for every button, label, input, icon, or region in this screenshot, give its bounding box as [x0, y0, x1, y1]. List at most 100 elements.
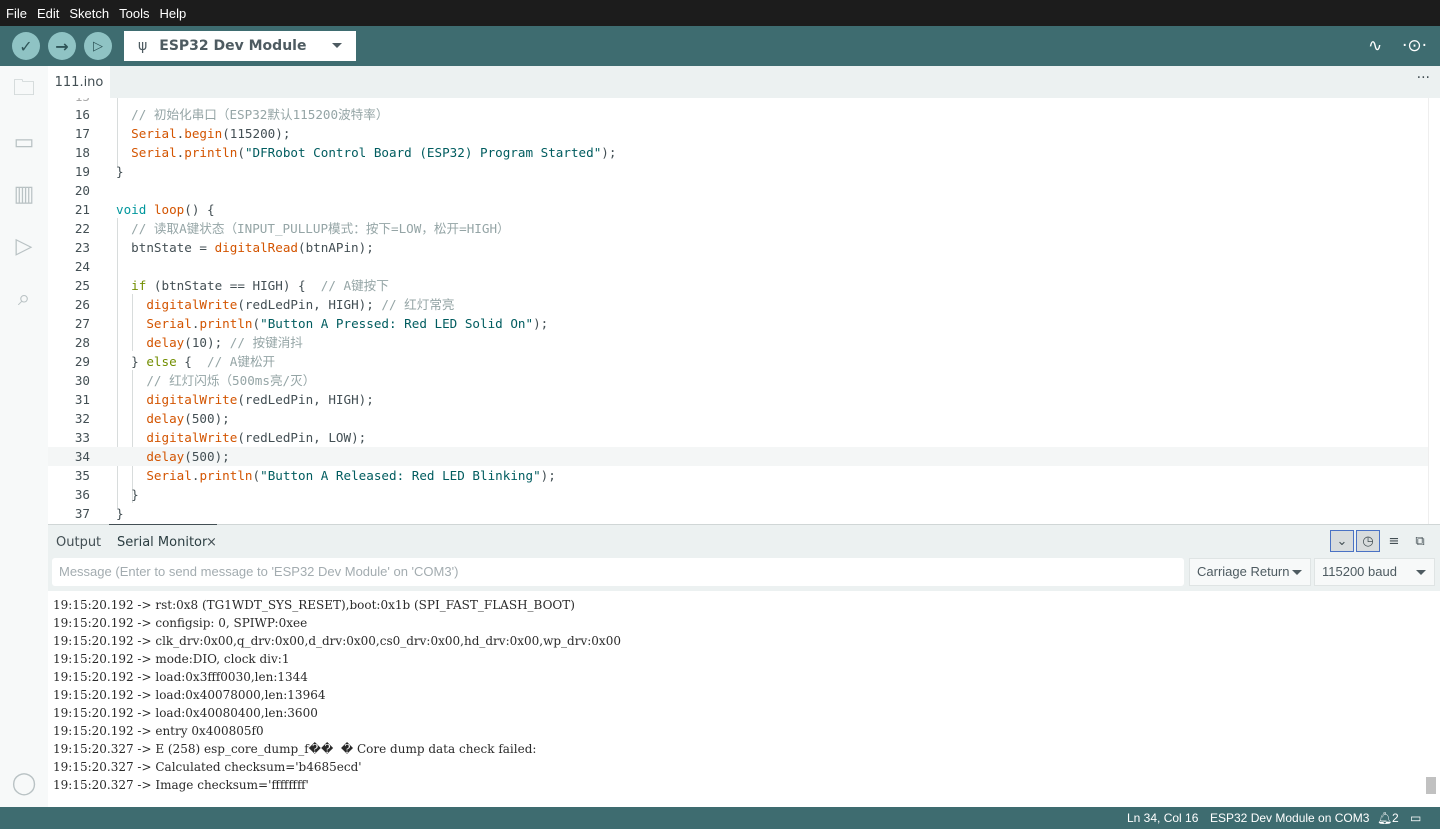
- code-line[interactable]: 35 Serial.println("Button A Released: Re…: [48, 466, 1428, 485]
- code-line[interactable]: 25 if (btnState == HIGH) { // A键按下: [48, 276, 1428, 295]
- code-line[interactable]: 16 // 初始化串口（ESP32默认115200波特率）: [48, 105, 1428, 124]
- code-line[interactable]: 36 }: [48, 485, 1428, 504]
- code-token: );: [533, 316, 549, 331]
- baud-value: 115200 baud: [1322, 564, 1397, 579]
- menu-tools[interactable]: Tools: [119, 6, 149, 21]
- sidebar: 🗀 ▭ ▥ ▷ ⌕ ◯: [0, 66, 48, 807]
- code-line[interactable]: 33 digitalWrite(redLedPin, LOW);: [48, 428, 1428, 447]
- code-line[interactable]: 22 // 读取A键状态（INPUT_PULLUP模式：按下=LOW，松开=HI…: [48, 219, 1428, 238]
- menu-file[interactable]: File: [6, 6, 27, 21]
- message-input[interactable]: Message (Enter to send message to 'ESP32…: [52, 558, 1184, 586]
- code-line[interactable]: 23 btnState = digitalRead(btnAPin);: [48, 238, 1428, 257]
- code-line[interactable]: 20: [48, 181, 1428, 200]
- library-icon[interactable]: ▥: [10, 180, 38, 208]
- code-line[interactable]: 37}: [48, 504, 1428, 523]
- code-line[interactable]: 29 } else { // A键松开: [48, 352, 1428, 371]
- code-text: void loop() {: [116, 200, 215, 219]
- line-number: 33: [74, 430, 90, 445]
- code-token: "Button A Released: Red LED Blinking": [260, 468, 541, 483]
- close-icon[interactable]: ×: [206, 535, 217, 550]
- code-line[interactable]: 18 Serial.println("DFRobot Control Board…: [48, 143, 1428, 162]
- baud-rate-select[interactable]: 115200 baud: [1314, 558, 1435, 586]
- code-line[interactable]: 17 Serial.begin(115200);: [48, 124, 1428, 143]
- code-line[interactable]: 24: [48, 257, 1428, 276]
- line-ending-select[interactable]: Carriage Return: [1189, 558, 1311, 586]
- clear-output-icon[interactable]: ≡: [1382, 530, 1406, 552]
- line-number: 23: [74, 240, 90, 255]
- code-token: (btnState == HIGH) {: [146, 278, 321, 293]
- verify-button[interactable]: ✓: [12, 32, 40, 60]
- serial-output-line: 19:15:20.192 -> load:0x40078000,len:1396…: [53, 688, 326, 702]
- code-line[interactable]: 31 digitalWrite(redLedPin, HIGH);: [48, 390, 1428, 409]
- code-token: (: [237, 145, 245, 160]
- search-icon[interactable]: ⌕: [10, 284, 38, 312]
- account-icon[interactable]: ◯: [10, 769, 38, 797]
- board-name: ESP32 Dev Module: [159, 38, 307, 54]
- code-token: delay: [146, 411, 185, 426]
- toolbar: ✓ → ▷ ψ ESP32 Dev Module ∿ ·⊙·: [0, 26, 1440, 66]
- line-number: 24: [74, 259, 90, 274]
- tab-sketch-file[interactable]: 111.ino: [48, 66, 110, 98]
- code-token: }: [116, 354, 147, 369]
- code-line[interactable]: 32 delay(500);: [48, 409, 1428, 428]
- board-selector[interactable]: ψ ESP32 Dev Module: [124, 31, 356, 61]
- more-icon[interactable]: ···: [1417, 70, 1430, 86]
- menu-edit[interactable]: Edit: [37, 6, 59, 21]
- notification-bell-icon[interactable]: 🔔︎: [1377, 811, 1392, 825]
- code-token: btnState =: [116, 240, 215, 255]
- code-text: // 红灯闪烁（500ms亮/灭）: [116, 371, 315, 390]
- editor-scrollbar[interactable]: [1428, 98, 1440, 524]
- toggle-panel-icon[interactable]: ▭: [1410, 811, 1421, 825]
- code-token: (redLedPin, HIGH);: [237, 392, 374, 407]
- code-line[interactable]: 21 void loop() {: [48, 200, 1428, 219]
- serial-output-line: 19:15:20.192 -> clk_drv:0x00,q_drv:0x00,…: [53, 634, 621, 648]
- output-scrollbar[interactable]: [1426, 777, 1436, 794]
- boards-manager-icon[interactable]: ▭: [10, 128, 38, 156]
- menu-help[interactable]: Help: [159, 6, 186, 21]
- upload-button[interactable]: →: [48, 32, 76, 60]
- serial-output-line: 19:15:20.192 -> configsip: 0, SPIWP:0xee: [53, 616, 308, 630]
- serial-output-line: 19:15:20.327 -> E (258) esp_core_dump_f�…: [53, 742, 537, 756]
- serial-plotter-icon[interactable]: ∿: [1368, 36, 1382, 56]
- code-text: Serial.println("Button A Released: Red L…: [116, 466, 555, 485]
- line-number: 22: [74, 221, 90, 236]
- debug-button[interactable]: ▷: [84, 32, 112, 60]
- copy-icon[interactable]: ⧉: [1408, 530, 1432, 552]
- tab-output[interactable]: Output: [56, 535, 101, 550]
- line-number: 21: [74, 202, 90, 217]
- code-token: digitalWrite: [146, 297, 238, 312]
- line-number: 31: [74, 392, 90, 407]
- code-text: }: [116, 504, 124, 523]
- autoscroll-icon[interactable]: ⌄: [1330, 530, 1354, 552]
- code-line[interactable]: 19}: [48, 162, 1428, 181]
- folder-icon[interactable]: 🗀: [10, 76, 38, 104]
- code-token: (10);: [184, 335, 230, 350]
- debug-icon: ▷: [93, 38, 103, 54]
- code-text: } else { // A键松开: [116, 352, 275, 371]
- code-line[interactable]: 30 // 红灯闪烁（500ms亮/灭）: [48, 371, 1428, 390]
- timestamp-clock-icon[interactable]: ◷: [1356, 530, 1380, 552]
- code-line[interactable]: 27 Serial.println("Button A Pressed: Red…: [48, 314, 1428, 333]
- serial-monitor-icon[interactable]: ·⊙·: [1402, 36, 1427, 56]
- line-number: 17: [74, 126, 90, 141]
- tab-serial-monitor[interactable]: Serial Monitor: [108, 524, 218, 550]
- line-number: 34: [74, 449, 90, 464]
- code-editor[interactable]: 15 16 // 初始化串口（ESP32默认115200波特率）17 Seria…: [48, 98, 1440, 524]
- code-line[interactable]: 26 digitalWrite(redLedPin, HIGH); // 红灯常…: [48, 295, 1428, 314]
- code-token: {: [176, 354, 208, 369]
- menu-sketch[interactable]: Sketch: [69, 6, 109, 21]
- code-line[interactable]: 28 delay(10); // 按键消抖: [48, 333, 1428, 352]
- line-number: 26: [74, 297, 90, 312]
- board-port-status[interactable]: ESP32 Dev Module on COM3: [1210, 811, 1369, 825]
- code-text: // 读取A键状态（INPUT_PULLUP模式：按下=LOW，松开=HIGH）: [116, 219, 509, 238]
- code-line[interactable]: 34 delay(500);: [48, 447, 1428, 466]
- notification-count: 2: [1392, 811, 1399, 825]
- debug-icon[interactable]: ▷: [10, 232, 38, 260]
- code-token: digitalWrite: [146, 430, 238, 445]
- cursor-position[interactable]: Ln 34, Col 16: [1127, 811, 1198, 825]
- code-token: println: [199, 468, 253, 483]
- code-token: delay: [146, 449, 185, 464]
